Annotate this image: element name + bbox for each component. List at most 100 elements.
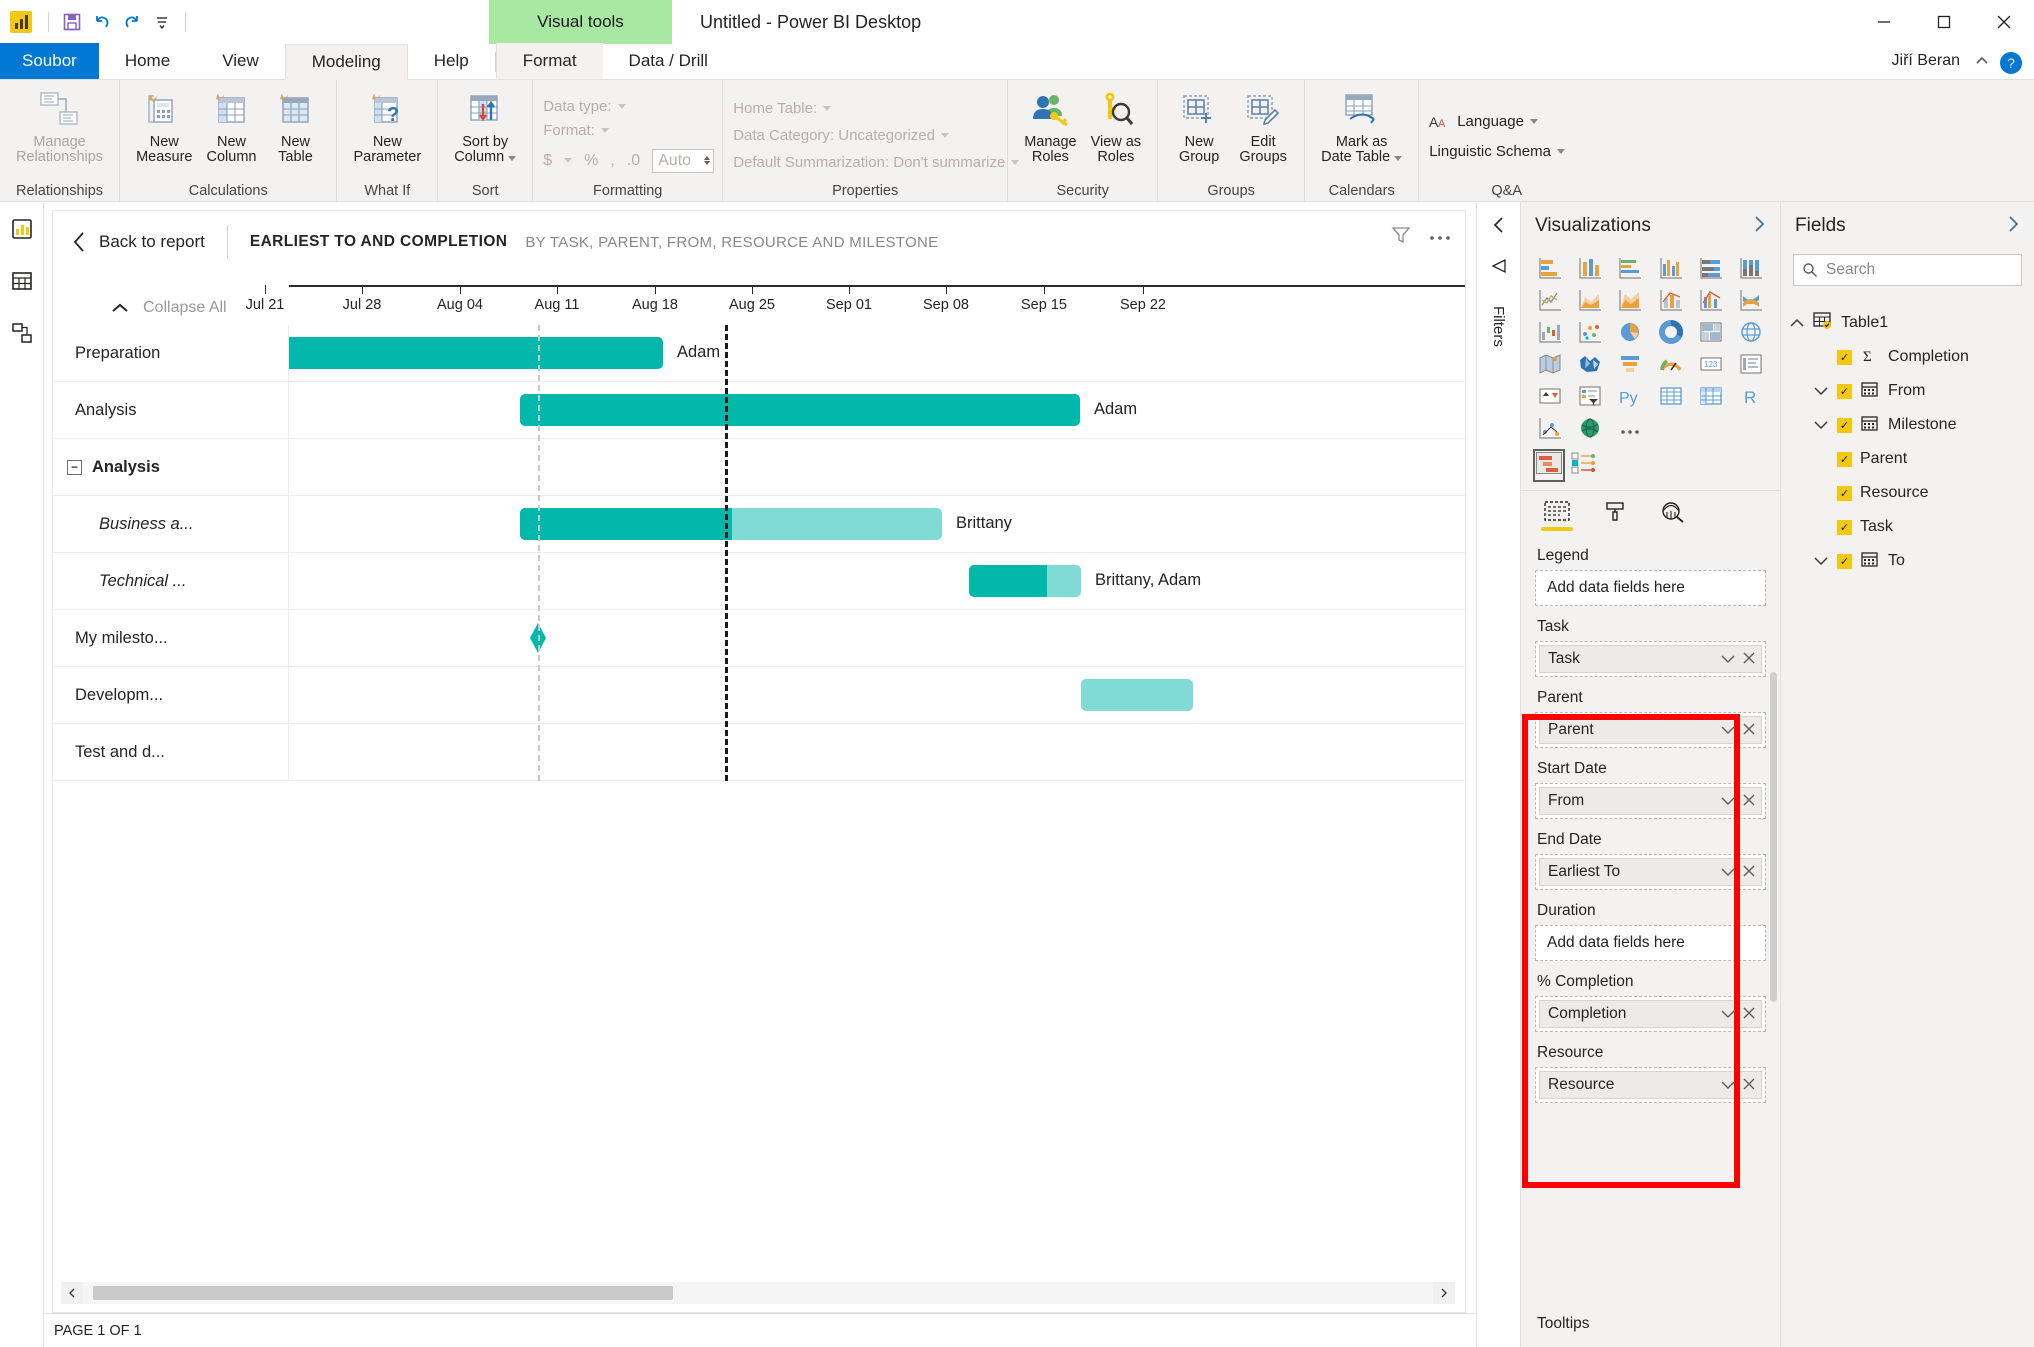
canvas-horizontal-scrollbar[interactable]: [61, 1282, 1455, 1304]
stacked-bar-chart-icon[interactable]: [1531, 254, 1569, 281]
remove-field-icon[interactable]: [1743, 865, 1755, 880]
default-summarization-dropdown[interactable]: Default Summarization: Don't summarize: [733, 154, 1020, 171]
remove-field-icon[interactable]: [1743, 794, 1755, 809]
gantt-row[interactable]: Test and d...: [53, 724, 1465, 781]
well-dropzone[interactable]: Add data fields here: [1535, 925, 1766, 961]
tab-data-drill[interactable]: Data / Drill: [603, 43, 734, 79]
stacked-column-chart-icon[interactable]: [1571, 254, 1609, 281]
manage-roles-button[interactable]: Manage Roles: [1018, 86, 1082, 167]
gantt-custom-visual-icon[interactable]: [1531, 414, 1569, 441]
scroll-right-icon[interactable]: [1433, 1282, 1455, 1304]
tab-format[interactable]: Format: [495, 43, 603, 79]
fields-tree-item[interactable]: ✓ Milestone: [1781, 408, 2034, 442]
donut-chart-icon[interactable]: [1652, 318, 1690, 345]
field-checkbox[interactable]: ✓: [1837, 485, 1852, 501]
well-field-chip[interactable]: Resource: [1539, 1071, 1762, 1099]
pin-icon[interactable]: [1490, 257, 1508, 280]
pie-chart-icon[interactable]: [1611, 318, 1649, 345]
fields-tree-item[interactable]: ✓ Resource: [1781, 476, 2034, 510]
well-field-chip[interactable]: Parent: [1539, 716, 1762, 744]
funnel-icon[interactable]: [1611, 350, 1649, 377]
field-checkbox[interactable]: ✓: [1837, 349, 1852, 365]
well-field-chip[interactable]: From: [1539, 787, 1762, 815]
gantt-bar[interactable]: [520, 394, 1080, 426]
remove-field-icon[interactable]: [1743, 652, 1755, 667]
gantt-row-label[interactable]: Analysis: [53, 382, 289, 438]
report-view-icon[interactable]: [7, 214, 37, 244]
fields-tree-item[interactable]: ✓ Σ Completion: [1781, 340, 2034, 374]
customize-icon[interactable]: [147, 7, 177, 37]
row-expander-icon[interactable]: −: [67, 459, 82, 475]
remove-field-icon[interactable]: [1743, 723, 1755, 738]
gantt-bar[interactable]: [520, 508, 942, 540]
gantt-row-label[interactable]: − Analysis: [53, 439, 289, 495]
gantt-row[interactable]: Business a... Brittany: [53, 496, 1465, 553]
manage-relationships-button[interactable]: Manage Relationships: [10, 86, 109, 167]
currency-format-button[interactable]: $: [543, 152, 552, 170]
gantt-selected-visual-icon[interactable]: [1533, 449, 1565, 482]
gantt-row-label[interactable]: Developm...: [53, 667, 289, 723]
globe-custom-visual-icon[interactable]: [1571, 414, 1609, 441]
fields-tree-item[interactable]: ✓ From: [1781, 374, 2034, 408]
percent-format-button[interactable]: %: [584, 152, 598, 170]
help-icon[interactable]: ?: [2000, 52, 2022, 74]
scroll-thumb[interactable]: [93, 1286, 673, 1300]
gantt-row-label[interactable]: Test and d...: [53, 724, 289, 780]
decimal-places-stepper[interactable]: Auto: [652, 148, 715, 173]
home-table-dropdown[interactable]: Home Table:: [733, 100, 832, 117]
mark-as-date-table-button[interactable]: Mark as Date Table: [1315, 86, 1408, 167]
scatter-chart-icon[interactable]: [1571, 318, 1609, 345]
tab-home[interactable]: Home: [99, 43, 196, 79]
search-input[interactable]: Search: [1793, 254, 2022, 286]
gantt-row-label[interactable]: Preparation: [53, 325, 289, 381]
gantt-visual-container[interactable]: Back to report EARLIEST TO AND COMPLETIO…: [52, 210, 1466, 1313]
edit-groups-button[interactable]: Edit Groups: [1232, 86, 1294, 167]
python-visual-icon[interactable]: Py: [1611, 382, 1649, 409]
new-group-button[interactable]: New Group: [1168, 86, 1230, 167]
view-as-roles-button[interactable]: View as Roles: [1085, 86, 1148, 167]
well-field-chip[interactable]: Completion: [1539, 1000, 1762, 1028]
chevron-up-icon[interactable]: [1789, 318, 1805, 328]
chevron-right-icon[interactable]: [1752, 215, 1766, 238]
fields-tree-item[interactable]: ✓ Task: [1781, 510, 2034, 544]
redo-icon[interactable]: [117, 7, 147, 37]
scroll-track[interactable]: [83, 1282, 1433, 1304]
clustered-bar-chart-icon[interactable]: [1611, 254, 1649, 281]
field-checkbox[interactable]: ✓: [1837, 383, 1852, 399]
waterfall-chart-icon[interactable]: [1531, 318, 1569, 345]
undo-icon[interactable]: [87, 7, 117, 37]
more-options-icon[interactable]: [1429, 229, 1451, 247]
get-more-visuals-icon[interactable]: [1571, 452, 1597, 479]
treemap-icon[interactable]: [1692, 318, 1730, 345]
matrix-icon[interactable]: [1692, 382, 1730, 409]
chevron-down-icon[interactable]: [1721, 652, 1735, 667]
visualizations-pane-scrollbar[interactable]: [1770, 672, 1777, 1002]
well-dropzone[interactable]: Task: [1535, 641, 1766, 677]
card-icon[interactable]: 123: [1692, 350, 1730, 377]
data-type-dropdown[interactable]: Data type:: [543, 98, 626, 115]
chevron-left-icon[interactable]: [1491, 216, 1507, 239]
new-parameter-button[interactable]: ? New Parameter: [347, 86, 427, 167]
analytics-tab[interactable]: [1657, 501, 1689, 531]
chevron-down-icon[interactable]: [1721, 1078, 1735, 1093]
save-icon[interactable]: [57, 7, 87, 37]
chevron-down-icon[interactable]: [1721, 794, 1735, 809]
clustered-column-chart-icon[interactable]: [1652, 254, 1690, 281]
gauge-icon[interactable]: [1652, 350, 1690, 377]
maximize-icon[interactable]: [1914, 0, 1974, 44]
collapse-ribbon-icon[interactable]: [1974, 54, 1990, 72]
multi-row-card-icon[interactable]: [1732, 350, 1770, 377]
tab-modeling[interactable]: Modeling: [284, 44, 408, 80]
field-checkbox[interactable]: ✓: [1837, 553, 1852, 569]
format-dropdown[interactable]: Format:: [543, 122, 609, 139]
gantt-bar[interactable]: [969, 565, 1081, 597]
collapse-all-button[interactable]: Collapse All: [111, 299, 227, 317]
thousands-format-button[interactable]: ,: [610, 152, 614, 170]
well-empty-placeholder[interactable]: Add data fields here: [1539, 929, 1762, 957]
filled-map-icon[interactable]: [1531, 350, 1569, 377]
new-table-button[interactable]: New Table: [264, 86, 326, 167]
filters-pane-collapsed[interactable]: Filters: [1476, 202, 1520, 1347]
ribbon-chart-icon[interactable]: [1732, 286, 1770, 313]
tab-soubor[interactable]: Soubor: [0, 43, 99, 79]
fields-tab[interactable]: [1541, 501, 1573, 531]
